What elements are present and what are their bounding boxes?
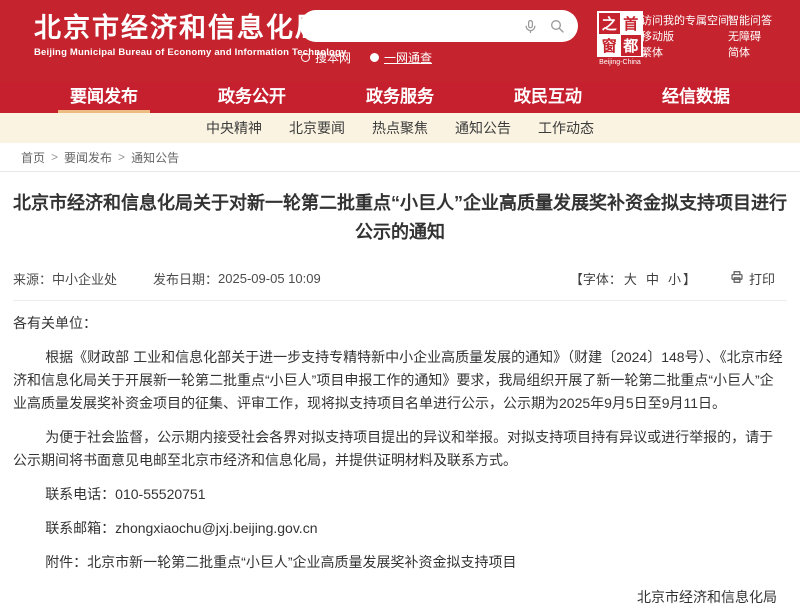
nav-item[interactable]: 政民互动 — [502, 82, 594, 113]
nav-item[interactable]: 经信数据 — [650, 82, 742, 113]
article-meta: 来源： 中小企业处 发布日期： 2025-09-05 10:09 【字体： 大中… — [13, 263, 787, 301]
logo-char: 首 — [621, 13, 642, 34]
font-size-bracket-close: 】 — [683, 269, 696, 288]
subnav-item[interactable]: 中央精神 — [206, 118, 262, 138]
site-header: 北京市经济和信息化局 Beijing Municipal Bureau of E… — [0, 0, 800, 82]
search-scope-label: 搜本网 — [315, 49, 351, 66]
breadcrumb-label: 首页 — [21, 149, 45, 166]
paragraph: 附件：北京市新一轮第二批重点“小巨人”企业高质量发展奖补资金拟支持项目 — [13, 551, 787, 574]
article-body: 各有关单位： 根据《财政部 工业和信息化部关于进一步支持专精特新中小企业高质量发… — [13, 301, 787, 574]
nav-item[interactable]: 政务服务 — [354, 82, 446, 113]
search-scope-label: 一网通查 — [384, 49, 432, 66]
radio-icon — [301, 53, 310, 62]
print-button[interactable]: 打印 — [730, 269, 775, 288]
microphone-icon[interactable] — [523, 19, 538, 34]
font-size-bracket-open: 【字体： — [570, 269, 622, 288]
breadcrumb-item[interactable]: > 要闻发布 — [45, 149, 112, 166]
article: 北京市经济和信息化局关于对新一轮第二批重点“小巨人”企业高质量发展奖补资金拟支持… — [0, 189, 800, 609]
search-scope-radio[interactable]: 搜本网 — [301, 49, 351, 66]
page-title: 北京市经济和信息化局关于对新一轮第二批重点“小巨人”企业高质量发展奖补资金拟支持… — [13, 189, 787, 247]
breadcrumb-item[interactable]: > 通知公告 — [112, 149, 179, 166]
signature-block: 北京市经济和信息化局 2025年9月5日 — [13, 587, 787, 609]
magnifier-icon[interactable] — [549, 18, 565, 34]
logo-char: 窗 — [599, 35, 620, 56]
breadcrumb: 首页 > 要闻发布 > 通知公告 — [0, 143, 800, 172]
nav-item[interactable]: 要闻发布 — [58, 82, 150, 113]
subnav-item[interactable]: 北京要闻 — [289, 118, 345, 138]
logo-char: 之 — [599, 13, 620, 34]
radio-icon — [370, 53, 379, 62]
breadcrumb-separator: > — [51, 150, 58, 164]
meta-right: 【字体： 大中小 】 打印 — [570, 269, 787, 288]
publish-date-label: 发布日期： — [153, 269, 218, 288]
breadcrumb-separator: > — [118, 150, 125, 164]
quick-link[interactable]: 移动版 — [641, 29, 729, 45]
quick-link[interactable]: 无障碍 — [728, 29, 772, 45]
paragraph: 为便于社会监督，公示期内接受社会各界对拟支持项目提出的异议和举报。对拟支持项目持… — [13, 426, 787, 472]
site-subtitle: Beijing Municipal Bureau of Economy and … — [34, 47, 347, 58]
paragraph-list: 根据《财政部 工业和信息化部关于进一步支持专精特新中小企业高质量发展的通知》（财… — [13, 346, 787, 574]
quick-link[interactable]: 智能问答 — [728, 13, 772, 29]
salutation: 各有关单位： — [13, 312, 787, 335]
subnav-item[interactable]: 工作动态 — [538, 118, 594, 138]
paragraph: 根据《财政部 工业和信息化部关于进一步支持专精特新中小企业高质量发展的通知》（财… — [13, 346, 787, 415]
search-input[interactable] — [313, 19, 512, 34]
meta-left: 来源： 中小企业处 发布日期： 2025-09-05 10:09 — [13, 269, 321, 288]
sub-nav: 中央精神 北京要闻 热点聚焦 通知公告 工作动态 — [0, 113, 800, 143]
capital-window-logo[interactable]: 之首窗都 Beijing-China — [597, 11, 643, 66]
logo-caption: Beijing-China — [597, 59, 643, 66]
font-size-controls: 大中小 — [624, 269, 681, 288]
source-label: 来源： — [13, 269, 52, 288]
paragraph: 联系电话：010-55520751 — [13, 483, 787, 506]
breadcrumb-item[interactable]: 首页 — [9, 149, 45, 166]
breadcrumb-label: 通知公告 — [131, 149, 179, 166]
font-size-button[interactable]: 中 — [646, 269, 659, 288]
print-label: 打印 — [749, 269, 775, 288]
publish-date-value: 2025-09-05 10:09 — [218, 271, 321, 286]
logo-char: 都 — [621, 35, 642, 56]
quick-link[interactable]: 访问我的专属空间 — [641, 13, 729, 29]
nav-item[interactable]: 政务公开 — [206, 82, 298, 113]
quick-link[interactable]: 繁体 — [641, 45, 729, 61]
search-box — [300, 10, 578, 42]
capital-window-grid: 之首窗都 — [597, 11, 643, 57]
printer-icon — [730, 270, 744, 287]
main-nav: 要闻发布 政务公开 政务服务 政民互动 经信数据 — [0, 82, 800, 113]
subnav-item[interactable]: 通知公告 — [455, 118, 511, 138]
signature-org: 北京市经济和信息化局 — [13, 587, 777, 607]
font-size-button[interactable]: 小 — [668, 269, 681, 288]
paragraph: 联系邮箱：zhongxiaochu@jxj.beijing.gov.cn — [13, 517, 787, 540]
quick-links-column-2: 智能问答无障碍简体 — [728, 13, 772, 61]
font-size-button[interactable]: 大 — [624, 269, 637, 288]
search-scope-options: 搜本网 一网通查 — [301, 49, 432, 66]
site-logo-link[interactable]: 北京市经济和信息化局 Beijing Municipal Bureau of E… — [34, 12, 347, 58]
source-value: 中小企业处 — [52, 269, 117, 288]
subnav-item[interactable]: 热点聚焦 — [372, 118, 428, 138]
quick-link[interactable]: 简体 — [728, 45, 772, 61]
search-scope-radio[interactable]: 一网通查 — [370, 49, 432, 66]
quick-links-column-1: 访问我的专属空间移动版繁体 — [641, 13, 729, 61]
breadcrumb-label: 要闻发布 — [64, 149, 112, 166]
